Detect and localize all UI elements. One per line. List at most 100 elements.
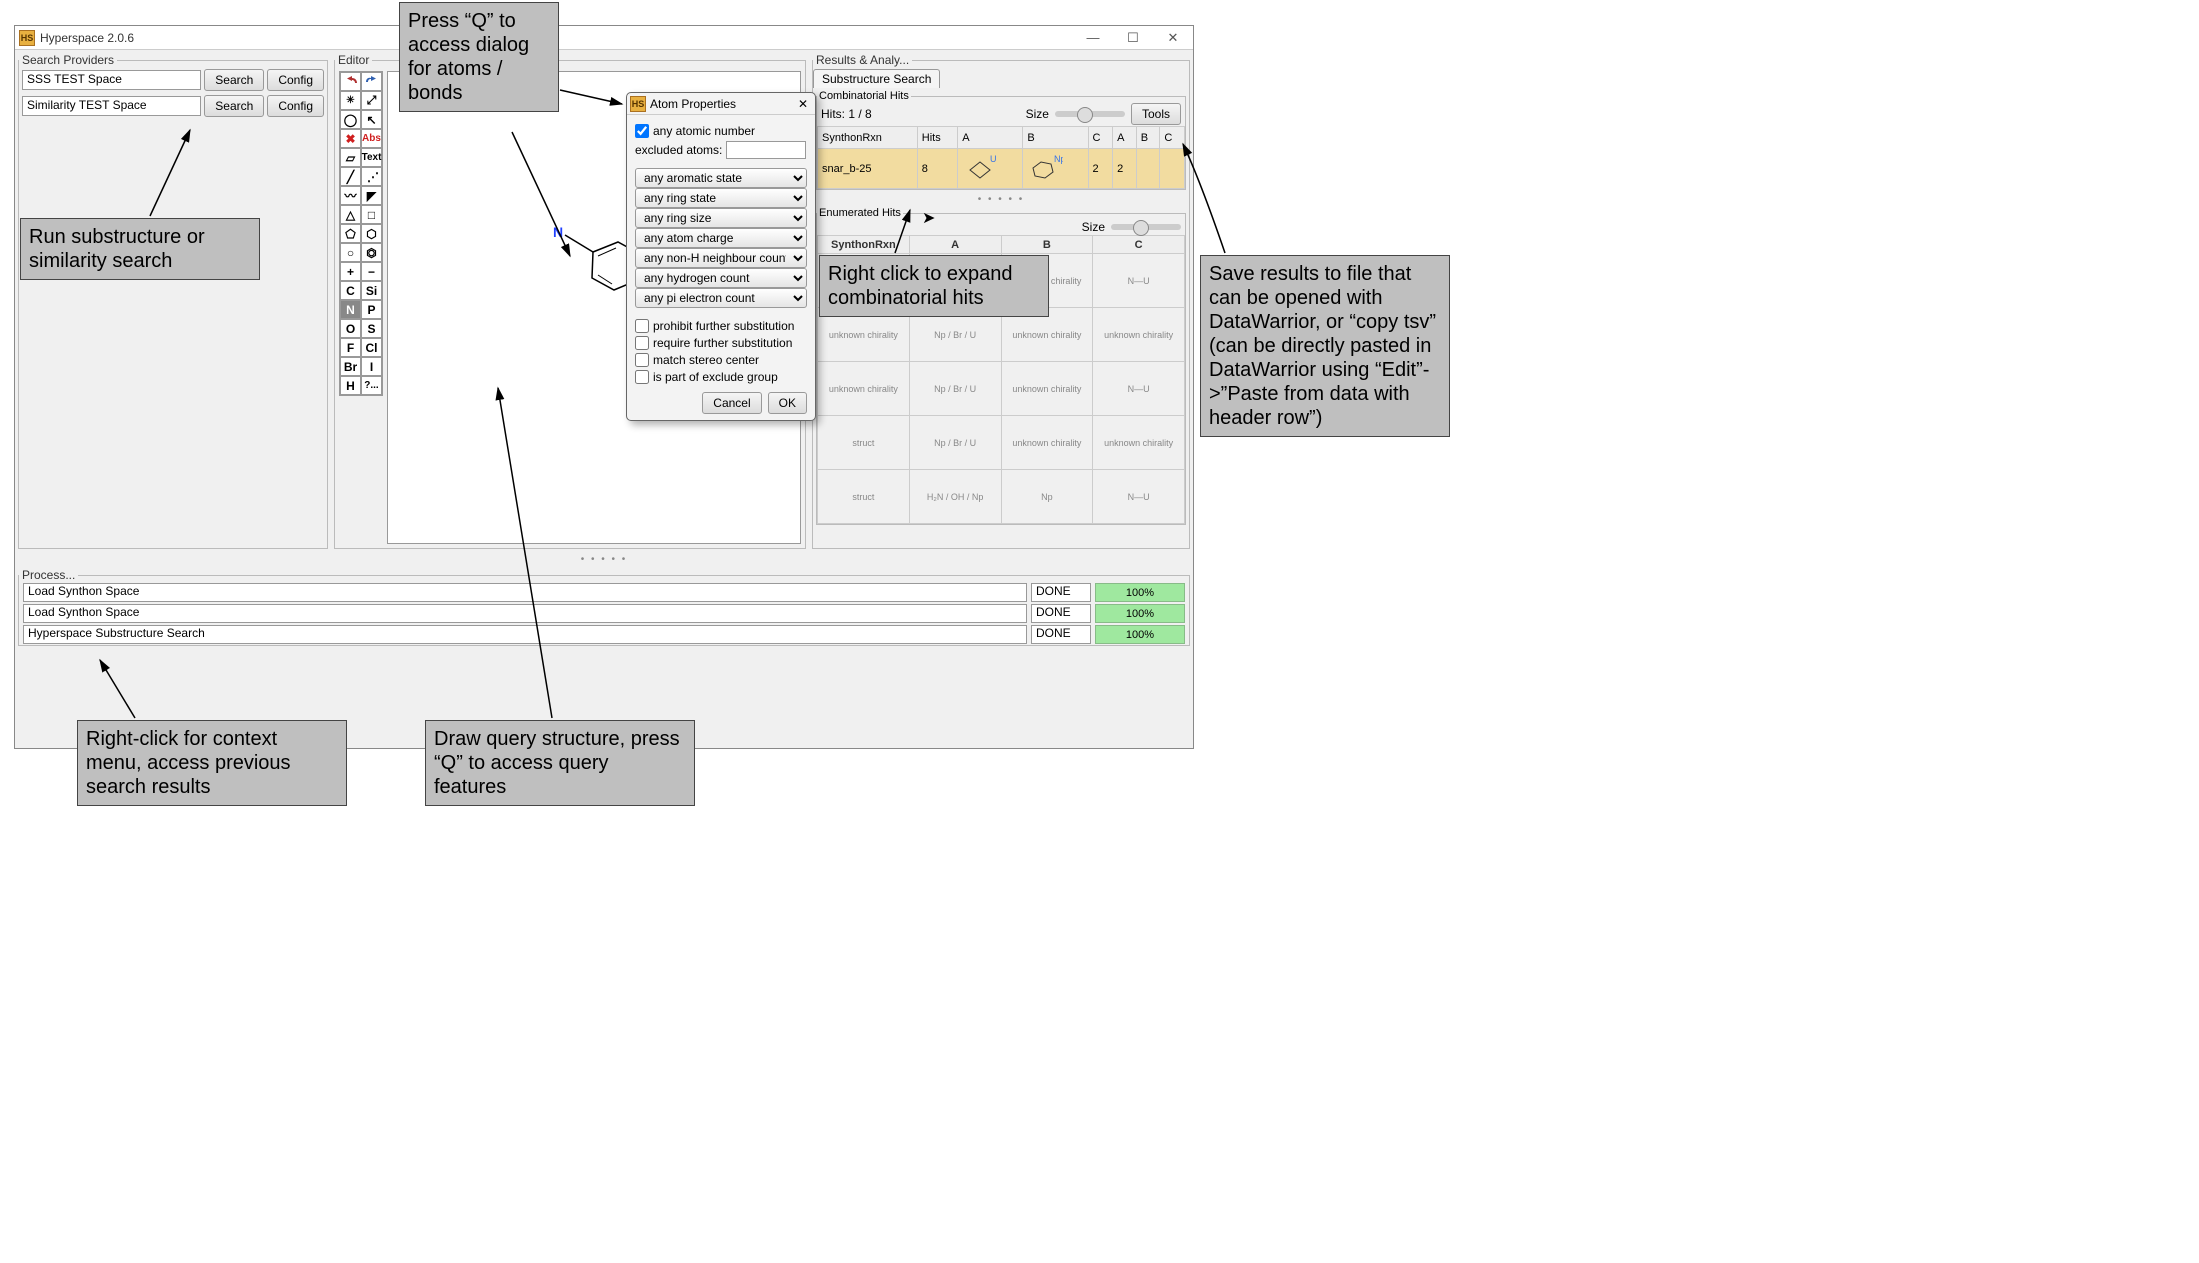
element-i[interactable]: I: [361, 357, 382, 376]
tab-substructure-search[interactable]: Substructure Search: [813, 69, 940, 88]
process-status-1: DONE: [1031, 604, 1091, 623]
tool-charge-plus[interactable]: +: [340, 262, 361, 281]
tool-zoom-fit[interactable]: ⤢: [361, 91, 382, 110]
enum-row-4[interactable]: structH₂N / OH / NpNpN—U: [818, 470, 1185, 524]
svg-text:U: U: [990, 154, 997, 164]
tool-bond-dashed[interactable]: ⋰: [361, 167, 382, 186]
provider-config-button-1[interactable]: Config: [267, 95, 324, 117]
tool-charge-minus[interactable]: −: [361, 262, 382, 281]
col-a[interactable]: A: [958, 127, 1023, 149]
element-s[interactable]: S: [361, 319, 382, 338]
tool-erase[interactable]: ▱: [340, 148, 361, 167]
col-hits[interactable]: Hits: [917, 127, 957, 149]
combinatorial-table[interactable]: SynthonRxn Hits A B C A B C snar_b-25 8 …: [817, 126, 1185, 189]
excluded-atoms-input[interactable]: [726, 141, 806, 159]
col-c3[interactable]: C: [1160, 127, 1185, 149]
tool-redo[interactable]: [361, 72, 382, 91]
col-b[interactable]: B: [1023, 127, 1088, 149]
window-title: Hyperspace 2.0.6: [40, 31, 134, 45]
tool-chain[interactable]: 〰: [340, 186, 361, 205]
splitter-main-process[interactable]: • • • • •: [15, 552, 1193, 565]
enum-col-c[interactable]: C: [1093, 236, 1185, 254]
atom-properties-dialog[interactable]: HS Atom Properties ✕ any atomic number e…: [626, 92, 816, 421]
element-c[interactable]: C: [340, 281, 361, 300]
element-n[interactable]: N: [340, 300, 361, 319]
window-maximize-button[interactable]: ☐: [1113, 26, 1153, 50]
dialog-titlebar[interactable]: HS Atom Properties ✕: [627, 93, 815, 115]
process-progress-1: 100%: [1095, 604, 1185, 623]
process-row-0[interactable]: Load Synthon Space DONE 100%: [19, 582, 1189, 603]
main-window: HS Hyperspace 2.0.6 — ☐ ✕ Search Provide…: [14, 25, 1194, 749]
tool-abs[interactable]: Abs: [361, 129, 382, 148]
col-a2[interactable]: A: [1113, 127, 1137, 149]
tool-ring-benzene[interactable]: ⏣: [361, 243, 382, 262]
tool-ring-4[interactable]: □: [361, 205, 382, 224]
enum-row-3[interactable]: structNp / Br / Uunknown chiralityunknow…: [818, 416, 1185, 470]
any-atomic-number-checkbox[interactable]: [635, 124, 649, 138]
ring-state-select[interactable]: any ring state: [635, 188, 807, 208]
enum-size-label: Size: [1082, 220, 1105, 234]
process-row-1[interactable]: Load Synthon Space DONE 100%: [19, 603, 1189, 624]
splitter-combo-enum[interactable]: • • • • •: [813, 192, 1189, 205]
element-o[interactable]: O: [340, 319, 361, 338]
require-substitution-checkbox[interactable]: [635, 336, 649, 350]
prohibit-substitution-checkbox[interactable]: [635, 319, 649, 333]
combo-size-label: Size: [1026, 107, 1049, 121]
enum-col-rxn[interactable]: SynthonRxn: [818, 236, 910, 254]
hydrogen-count-select[interactable]: any hydrogen count: [635, 268, 807, 288]
tool-ring-6[interactable]: ⬡: [361, 224, 382, 243]
window-close-button[interactable]: ✕: [1153, 26, 1193, 50]
pi-electron-count-select[interactable]: any pi electron count: [635, 288, 807, 308]
provider-config-button-0[interactable]: Config: [267, 69, 324, 91]
tool-select[interactable]: ↖: [361, 110, 382, 129]
provider-search-button-0[interactable]: Search: [204, 69, 264, 91]
provider-row-0: SSS TEST Space Search Config: [19, 67, 327, 93]
combo-tools-button[interactable]: Tools: [1131, 103, 1181, 125]
tool-ring-3[interactable]: △: [340, 205, 361, 224]
dialog-cancel-button[interactable]: Cancel: [702, 392, 761, 414]
any-atomic-number-label: any atomic number: [653, 124, 755, 138]
col-synthonrxn[interactable]: SynthonRxn: [818, 127, 918, 149]
enum-size-slider[interactable]: [1111, 224, 1181, 230]
element-p[interactable]: P: [361, 300, 382, 319]
tool-ring-5[interactable]: ⬠: [340, 224, 361, 243]
window-minimize-button[interactable]: —: [1073, 26, 1113, 50]
neighbour-count-select[interactable]: any non-H neighbour count: [635, 248, 807, 268]
element-more[interactable]: ?...: [361, 376, 382, 395]
hits-count-label: Hits: 1 / 8: [821, 107, 872, 121]
tool-undo[interactable]: [340, 72, 361, 91]
aromatic-state-select[interactable]: any aromatic state: [635, 168, 807, 188]
element-f[interactable]: F: [340, 338, 361, 357]
process-status-0: DONE: [1031, 583, 1091, 602]
process-row-2[interactable]: Hyperspace Substructure Search DONE 100%: [19, 624, 1189, 645]
element-si[interactable]: Si: [361, 281, 382, 300]
element-cl[interactable]: Cl: [361, 338, 382, 357]
provider-search-button-1[interactable]: Search: [204, 95, 264, 117]
combo-size-slider[interactable]: [1055, 111, 1125, 117]
tool-clear[interactable]: ✳: [340, 91, 361, 110]
enum-col-b[interactable]: B: [1001, 236, 1093, 254]
atom-charge-select[interactable]: any atom charge: [635, 228, 807, 248]
dialog-ok-button[interactable]: OK: [768, 392, 807, 414]
match-stereo-checkbox[interactable]: [635, 353, 649, 367]
callout-expand-combo: Right click to expand combinatorial hits: [819, 255, 1049, 317]
cursor-icon: ➤: [922, 208, 935, 228]
tool-delete[interactable]: ✖: [340, 129, 361, 148]
element-br[interactable]: Br: [340, 357, 361, 376]
dialog-close-button[interactable]: ✕: [794, 97, 812, 111]
col-c[interactable]: C: [1088, 127, 1113, 149]
enum-row-2[interactable]: unknown chiralityNp / Br / Uunknown chir…: [818, 362, 1185, 416]
search-providers-panel: Search Providers SSS TEST Space Search C…: [18, 53, 328, 549]
ring-size-select[interactable]: any ring size: [635, 208, 807, 228]
tool-lasso[interactable]: ◯: [340, 110, 361, 129]
tool-bond-wedge[interactable]: ◤: [361, 186, 382, 205]
element-h[interactable]: H: [340, 376, 361, 395]
tool-bond-single[interactable]: ╱: [340, 167, 361, 186]
col-b2[interactable]: B: [1136, 127, 1160, 149]
exclude-group-checkbox[interactable]: [635, 370, 649, 384]
enum-col-a[interactable]: A: [909, 236, 1001, 254]
tool-ring-7[interactable]: ○: [340, 243, 361, 262]
titlebar[interactable]: HS Hyperspace 2.0.6 — ☐ ✕: [15, 26, 1193, 50]
combinatorial-row-0[interactable]: snar_b-25 8 U Np 2 2: [818, 149, 1185, 189]
tool-text[interactable]: Text: [361, 148, 382, 167]
